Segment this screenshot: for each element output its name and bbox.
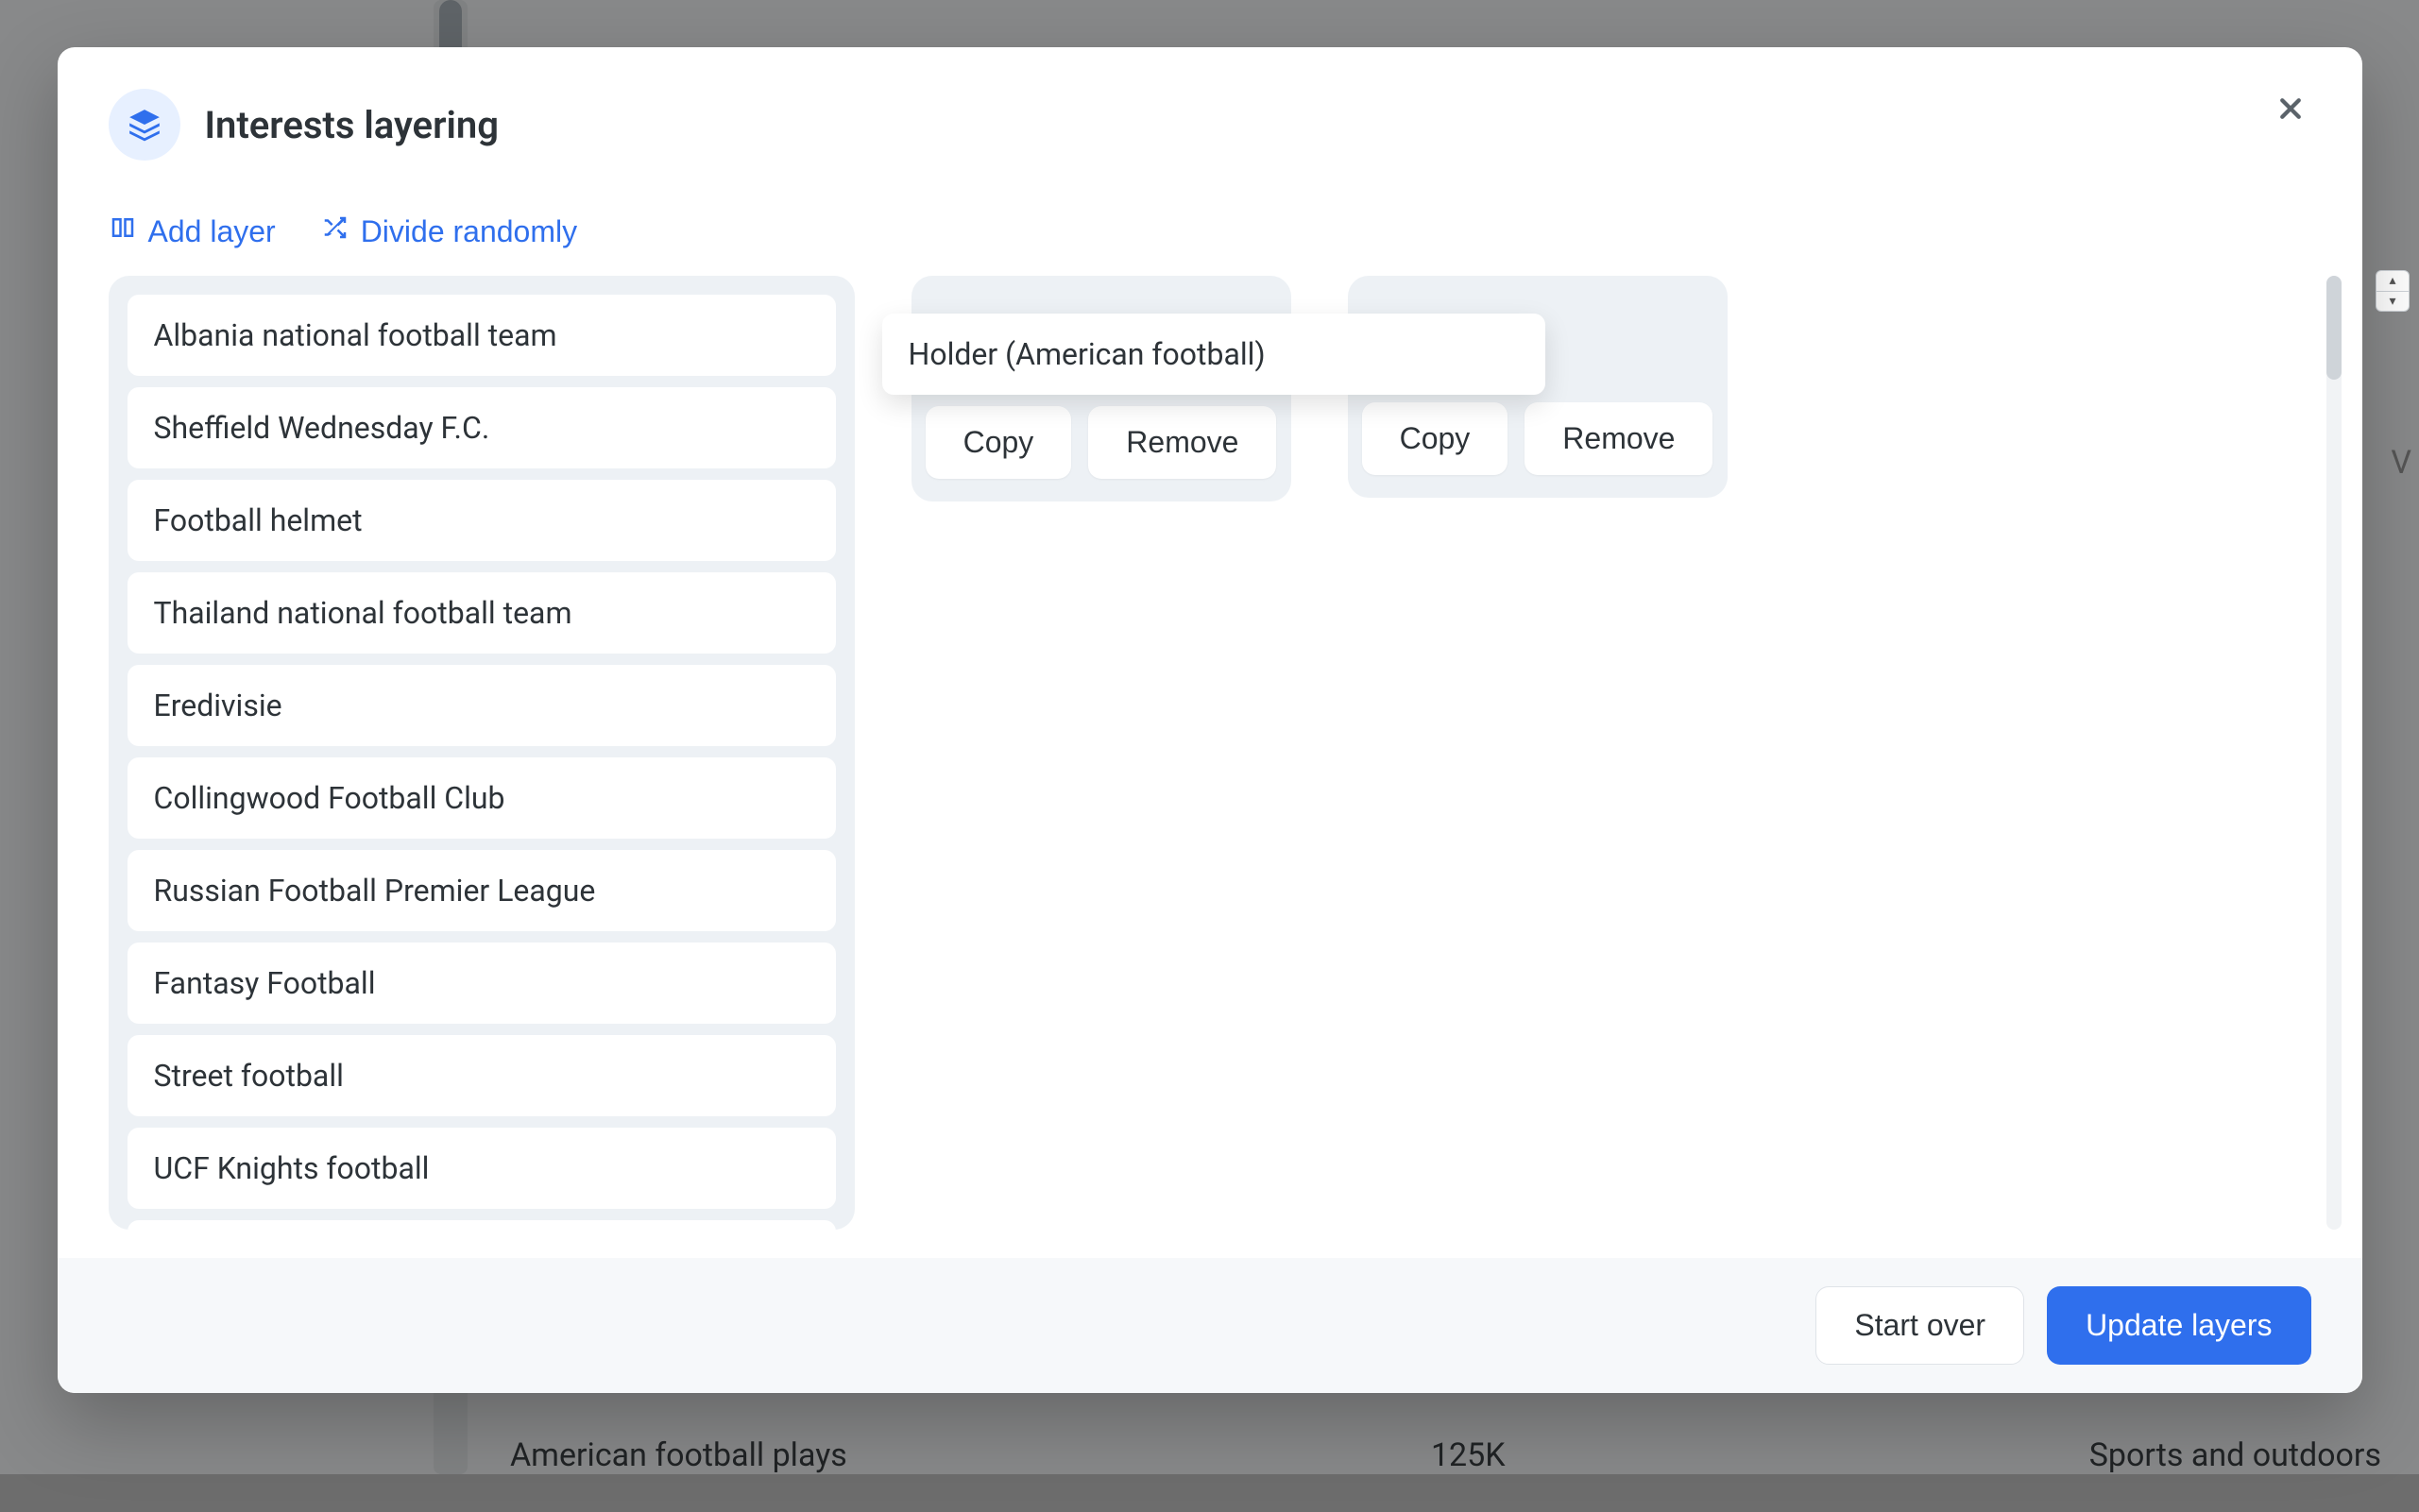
add-column-icon (109, 213, 137, 249)
scrollbar-thumb[interactable] (2326, 276, 2342, 380)
interest-chip[interactable]: Russian Football Premier League (128, 850, 836, 931)
layer-1-list: Albania national football team Sheffield… (128, 295, 836, 1230)
start-over-button[interactable]: Start over (1815, 1286, 2024, 1365)
add-layer-button[interactable]: Add layer (109, 213, 276, 249)
modal-body-scrollbar[interactable] (2326, 276, 2342, 1230)
divide-randomly-button[interactable]: Divide randomly (321, 213, 577, 249)
modal-body: Albania national football team Sheffield… (58, 276, 2362, 1258)
add-layer-label: Add layer (148, 214, 276, 249)
interest-chip[interactable]: Eredivisie (128, 665, 836, 746)
interest-chip[interactable]: UCF Knights football (128, 1128, 836, 1209)
interest-chip[interactable]: Thailand national football team (128, 572, 836, 654)
dragging-interest-chip[interactable]: Holder (American football) (882, 314, 1545, 395)
remove-button[interactable]: Remove (1525, 402, 1712, 475)
modal-title: Interests layering (205, 103, 499, 147)
layer-column-1[interactable]: Albania national football team Sheffield… (109, 276, 855, 1230)
layers-icon (109, 89, 180, 161)
modal-footer: Start over Update layers (58, 1258, 2362, 1393)
shuffle-icon (321, 213, 349, 249)
interest-chip[interactable]: Fantasy Football (128, 943, 836, 1024)
interest-chip[interactable]: Football helmet (128, 480, 836, 561)
layer-3-actions: Copy Remove (1367, 402, 1709, 475)
scrollbar-track (2326, 276, 2342, 1230)
close-icon (2276, 94, 2305, 126)
interest-chip[interactable]: Sheffield Wednesday F.C. (128, 387, 836, 468)
modal-top-actions: Add layer Divide randomly (58, 179, 2362, 276)
close-button[interactable] (2270, 89, 2311, 130)
interest-chip[interactable]: Street football (128, 1035, 836, 1116)
copy-button[interactable]: Copy (926, 406, 1072, 479)
update-layers-button[interactable]: Update layers (2047, 1286, 2310, 1365)
layer-2-actions: Copy Remove (930, 406, 1272, 479)
copy-button[interactable]: Copy (1362, 402, 1508, 475)
divide-randomly-label: Divide randomly (361, 214, 577, 249)
interest-chip[interactable]: Collingwood Football Club (128, 757, 836, 839)
remove-button[interactable]: Remove (1088, 406, 1276, 479)
interest-chip[interactable]: FIFA Women's World Cup (128, 1220, 836, 1230)
interest-chip[interactable]: Albania national football team (128, 295, 836, 376)
modal-header: Interests layering (58, 47, 2362, 179)
interests-layering-modal: Interests layering Add layer Divide rand… (58, 47, 2362, 1393)
modal-overlay: Interests layering Add layer Divide rand… (0, 0, 2419, 1474)
